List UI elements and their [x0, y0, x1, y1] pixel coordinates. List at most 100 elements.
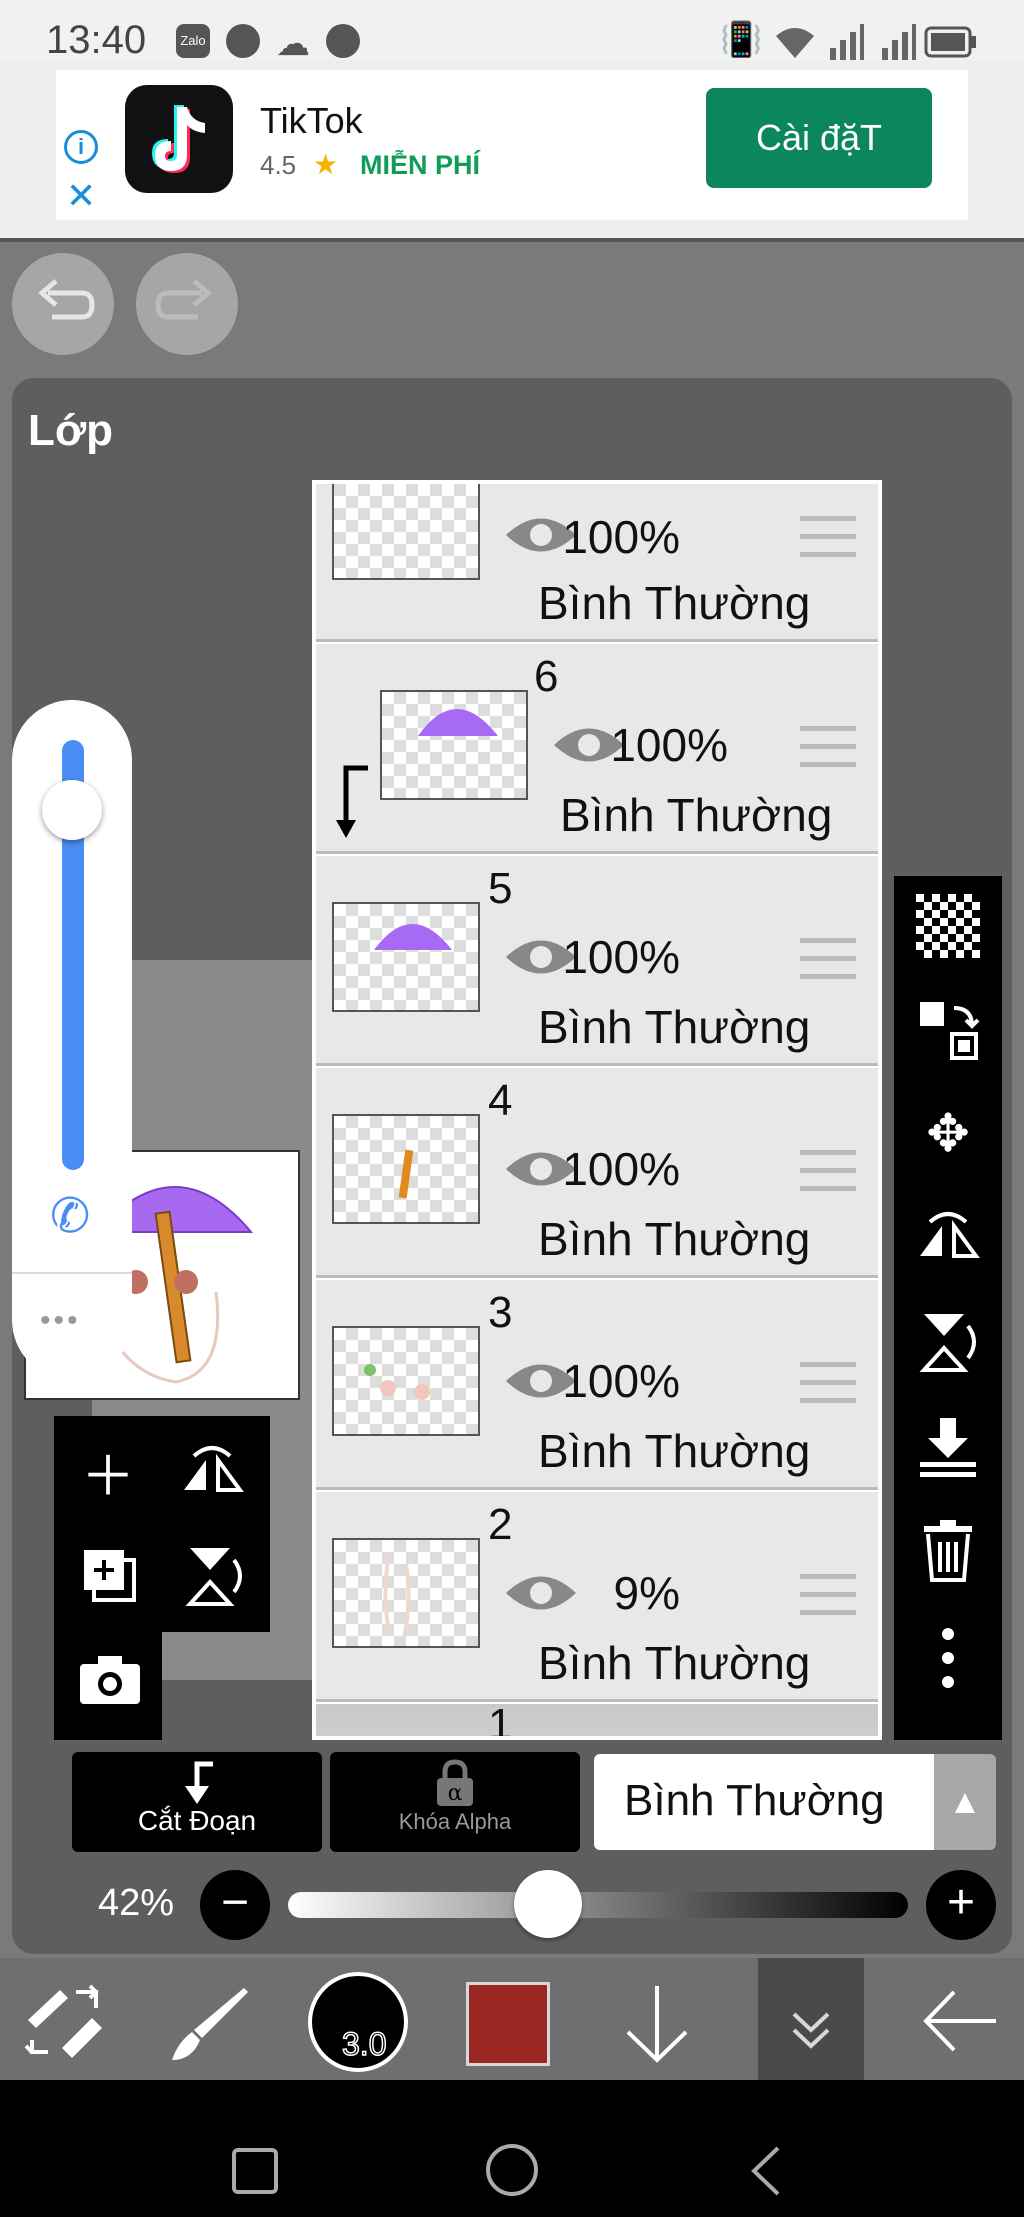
layer-number: 4 — [488, 1076, 513, 1125]
color-swatch[interactable] — [466, 1982, 550, 2066]
alpha-lock-label: Khóa Alpha — [398, 1809, 512, 1834]
clip-arrow-icon — [336, 765, 368, 838]
undo-button[interactable] — [12, 253, 114, 355]
more-dots-icon[interactable]: ••• — [40, 1304, 81, 1338]
layer-row[interactable]: 4 100% Bình Thường — [316, 1068, 878, 1278]
opacity-increase-button[interactable]: + — [926, 1870, 996, 1940]
layer-thumbnail[interactable] — [332, 1114, 480, 1224]
clipping-button[interactable]: Cắt Đoạn — [72, 1752, 322, 1852]
clip-arrow-icon — [185, 1761, 213, 1804]
chevrons-down-icon — [792, 2012, 830, 2049]
redo-icon — [155, 279, 212, 320]
layers-button[interactable] — [758, 1958, 864, 2080]
layer-row[interactable]: 6 100% Bình Thường — [316, 644, 878, 854]
battery-icon — [924, 26, 976, 58]
layer-thumbnail[interactable] — [380, 690, 528, 800]
flip-vertical-icon[interactable] — [894, 1292, 1002, 1392]
move-icon[interactable]: ✥ — [894, 1084, 1002, 1184]
brush-size-value: 3.0 — [341, 2025, 387, 2063]
ad-app-name[interactable]: TikTok — [260, 100, 363, 142]
ad-info-icon[interactable]: i — [64, 130, 98, 164]
layer-blend-mode: Bình Thường — [538, 1425, 811, 1477]
layer-thumbnail[interactable] — [332, 1538, 480, 1648]
drag-handle-icon[interactable] — [800, 726, 856, 768]
ad-install-button[interactable]: Cài đặT — [706, 88, 932, 188]
brush-tool-icon[interactable] — [168, 1984, 252, 2069]
vibrate-icon: 📳 — [720, 21, 763, 59]
home-icon[interactable] — [486, 2144, 538, 2196]
ad-banner[interactable]: i ✕ TikTok 4.5 ★ MIỄN PHÍ Cài đặT — [0, 60, 1024, 240]
star-icon: ★ — [313, 149, 339, 180]
layer-blend-mode: Bình Thường — [560, 789, 833, 841]
ad-rating: 4.5 — [260, 150, 297, 180]
drag-handle-icon[interactable] — [800, 516, 856, 558]
layer-thumbnail[interactable] — [332, 484, 480, 580]
layer-blend-mode: Bình Thường — [538, 1001, 811, 1053]
slider-divider — [12, 1272, 132, 1274]
layer-opacity: 100% — [562, 1355, 680, 1407]
layer-blend-mode: Bình Thường — [538, 577, 811, 629]
layer-thumbnail[interactable] — [332, 1326, 480, 1436]
blend-mode-dropdown-icon[interactable]: ▲ — [934, 1754, 996, 1850]
layer-thumbnail[interactable] — [332, 902, 480, 1012]
back-arrow-icon[interactable] — [920, 1984, 1000, 2063]
layer-number: 2 — [488, 1500, 513, 1549]
phone-icon[interactable]: ✆ — [50, 1188, 90, 1244]
layer-row[interactable]: 1 — [316, 1700, 878, 1736]
layer-opacity: 100% — [610, 719, 728, 771]
layer-number: 3 — [488, 1288, 513, 1337]
transform-tool-icon[interactable] — [22, 1984, 106, 2063]
more-options-icon[interactable] — [894, 1608, 1002, 1708]
cloud-icon: ☁ — [276, 25, 310, 63]
brush-size-button[interactable]: 3.0 — [308, 1972, 408, 2072]
duplicate-layer-icon[interactable] — [80, 1546, 140, 1611]
back-icon[interactable] — [748, 2144, 784, 2203]
signal-icon — [830, 24, 864, 60]
ad-close-icon[interactable]: ✕ — [66, 178, 96, 214]
messenger-icon — [226, 24, 260, 58]
layer-opacity: 100% — [562, 511, 680, 563]
layer-row[interactable]: 2 9% Bình Thường — [316, 1492, 878, 1702]
slider-knob[interactable] — [42, 780, 102, 840]
flip-horizontal-icon[interactable] — [894, 1188, 1002, 1288]
opacity-decrease-button[interactable]: − — [200, 1870, 270, 1940]
layer-row[interactable]: 100% Bình Thường — [316, 484, 878, 642]
layer-row[interactable]: 5 100% Bình Thường — [316, 856, 878, 1066]
system-nav-bar — [0, 2080, 1024, 2217]
layer-transfer-icon[interactable] — [894, 980, 1002, 1080]
merge-down-icon[interactable] — [894, 1396, 1002, 1496]
svg-text:α: α — [448, 1781, 463, 1806]
arrow-down-icon[interactable] — [622, 1982, 692, 2071]
drag-handle-icon[interactable] — [800, 1150, 856, 1192]
blend-mode-select[interactable]: Bình Thường — [594, 1754, 934, 1850]
signal-icon-2 — [882, 24, 916, 60]
panel-title: Lớp — [28, 406, 114, 455]
drag-handle-icon[interactable] — [800, 938, 856, 980]
undo-icon — [38, 279, 95, 320]
layer-row[interactable]: 3 100% Bình Thường — [316, 1280, 878, 1490]
layer-number: 5 — [488, 864, 513, 913]
drag-handle-icon[interactable] — [800, 1574, 856, 1616]
recent-apps-icon[interactable] — [232, 2148, 278, 2194]
redo-button[interactable] — [136, 253, 238, 355]
flip-vertical-icon[interactable] — [184, 1544, 244, 1613]
floating-volume-slider[interactable]: ✆ ••• — [12, 700, 132, 1380]
trash-icon[interactable] — [894, 1500, 1002, 1600]
tiktok-app-icon[interactable] — [125, 85, 233, 193]
drag-handle-icon[interactable] — [800, 1362, 856, 1404]
add-layer-icon[interactable]: ＋ — [54, 1432, 162, 1511]
zalo-icon: Zalo — [176, 24, 210, 58]
opacity-slider-knob[interactable] — [514, 1870, 582, 1938]
layers-list[interactable]: 100% Bình Thường 6 100% Bình Thường 5 10… — [312, 480, 882, 1740]
alpha-lock-button[interactable]: α Khóa Alpha — [330, 1752, 580, 1852]
blend-mode-value: Bình Thường — [624, 1776, 885, 1825]
transparency-icon[interactable] — [894, 876, 1002, 976]
camera-icon[interactable] — [78, 1652, 142, 1711]
layer-controls: Cắt Đoạn α Khóa Alpha Bình Thường ▲ — [72, 1752, 1002, 1852]
opacity-slider-track[interactable] — [288, 1892, 908, 1918]
layer-blend-mode: Bình Thường — [538, 1637, 811, 1689]
flip-horizontal-icon[interactable] — [180, 1444, 244, 1503]
messenger-icon — [326, 24, 360, 58]
layer-number: 6 — [534, 652, 559, 701]
wifi-icon — [776, 28, 814, 58]
